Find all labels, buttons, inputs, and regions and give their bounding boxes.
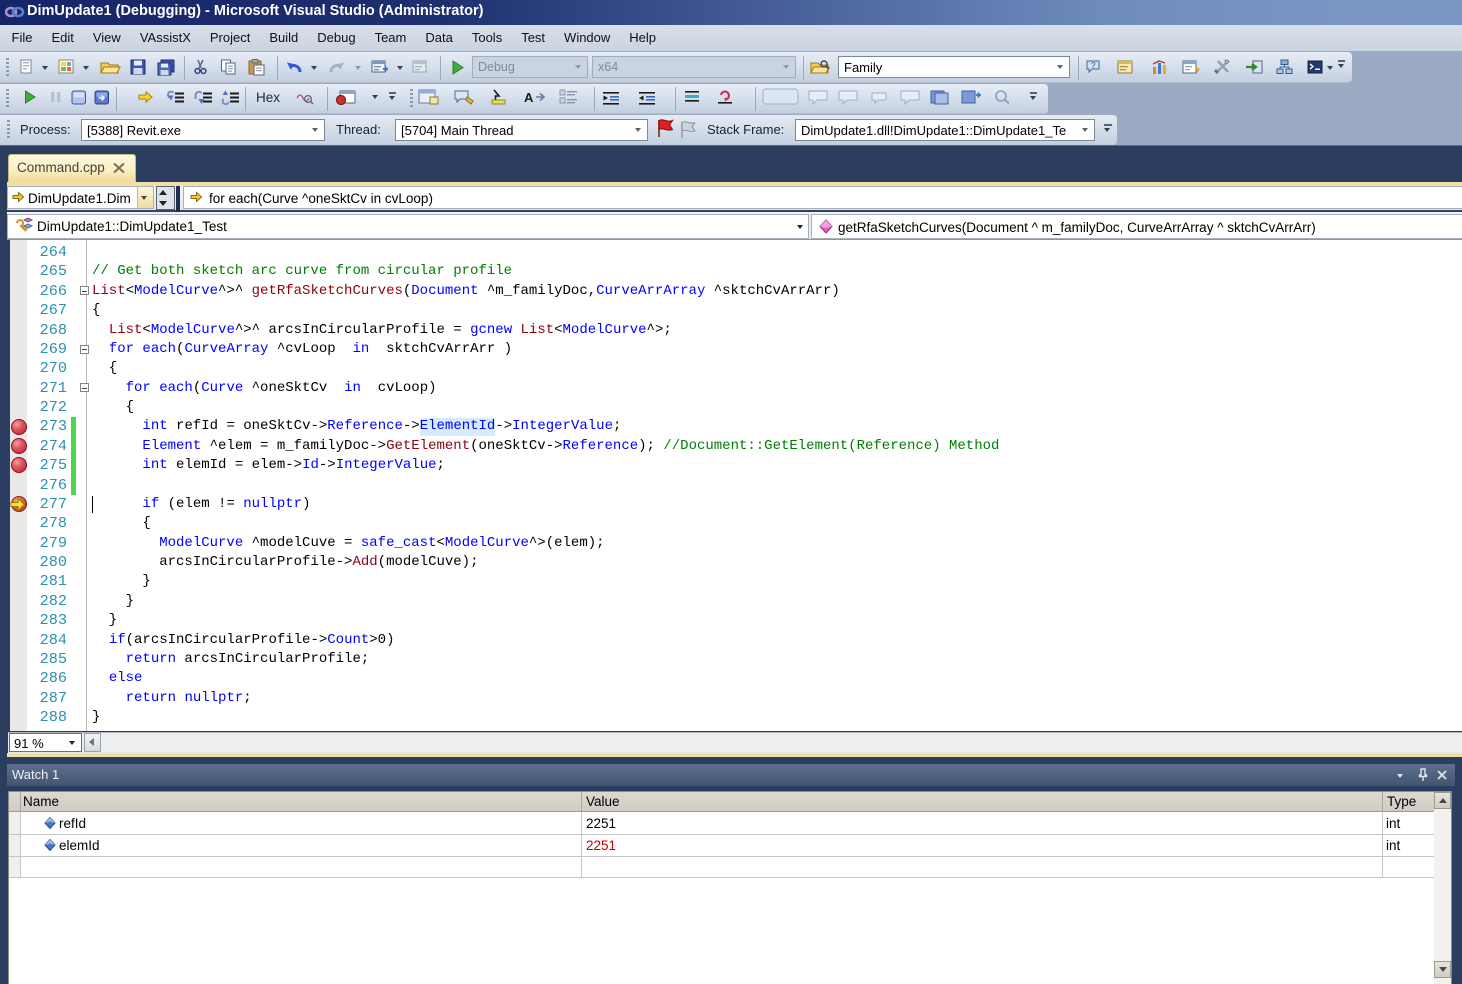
- svg-text:?: ?: [1091, 61, 1096, 70]
- svg-text:A: A: [524, 90, 534, 105]
